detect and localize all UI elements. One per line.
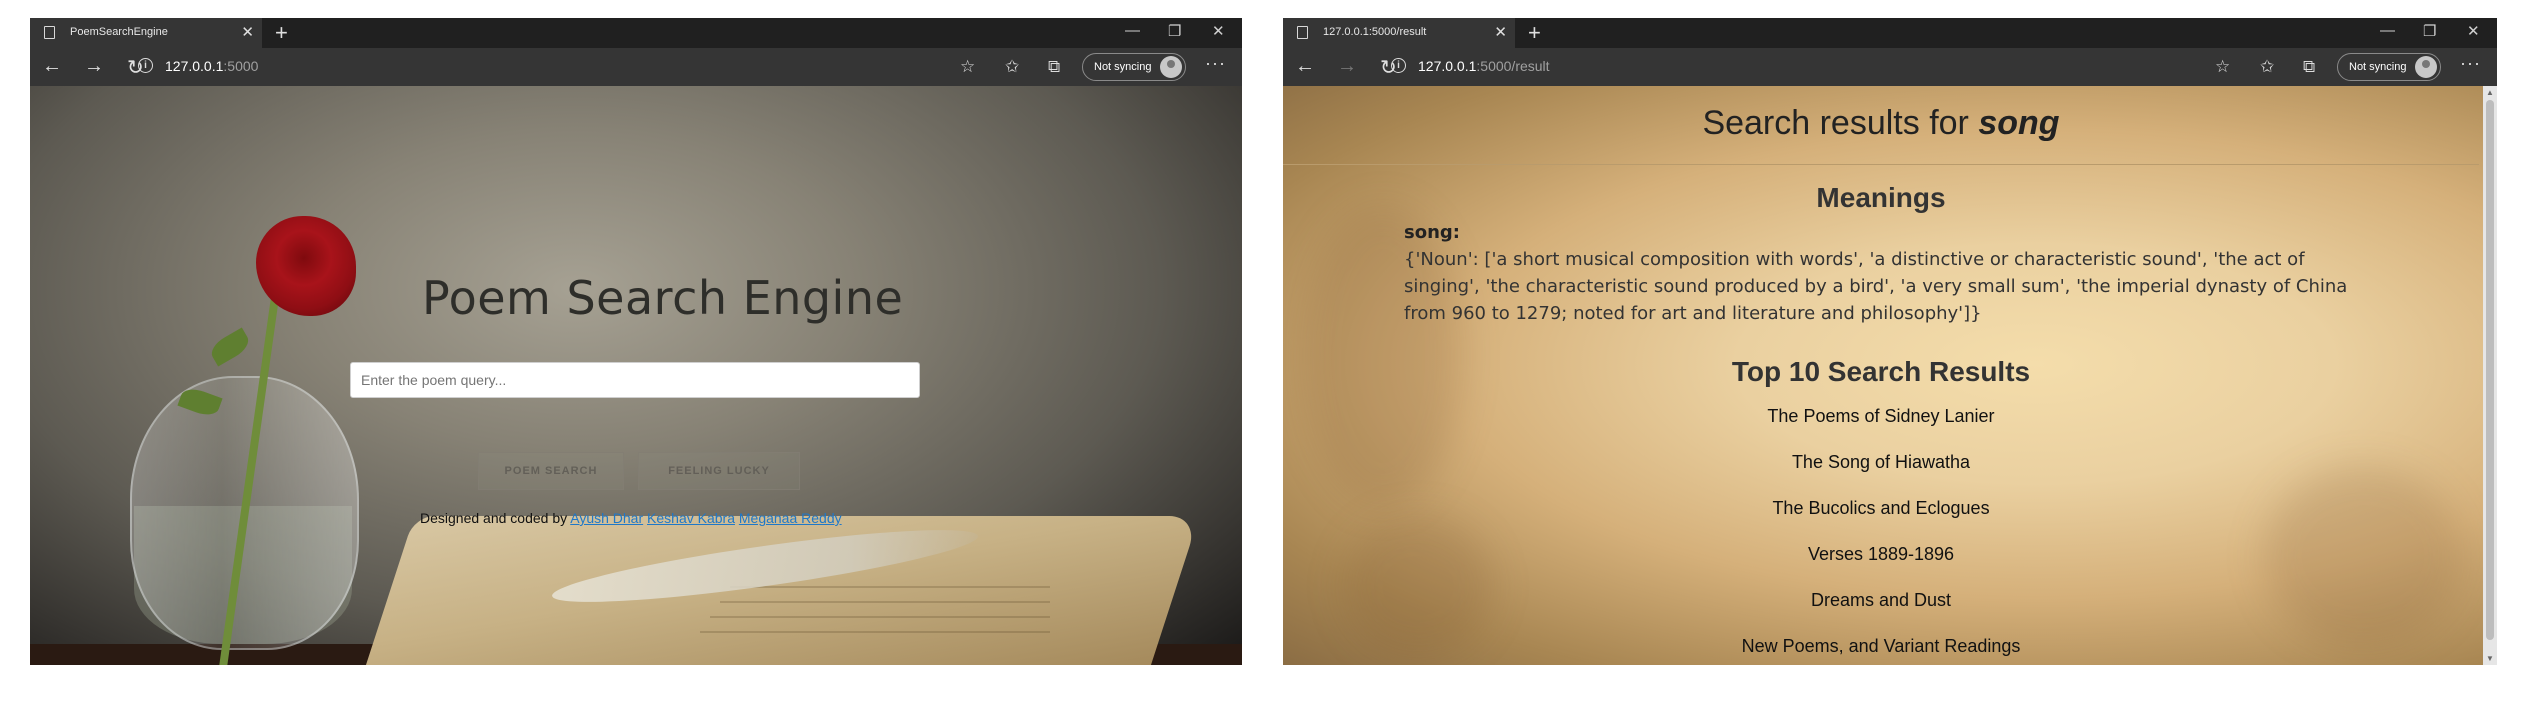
author-link-3[interactable]: Meganaa Reddy: [739, 510, 842, 526]
browser-window-home: PoemSearchEngine ✕ + — ❐ ✕ ← → ↻ i 127.0…: [30, 18, 1242, 665]
tab-result[interactable]: 127.0.0.1:5000/result ✕: [1283, 18, 1515, 48]
not-syncing-button[interactable]: Not syncing: [2337, 53, 2442, 81]
url-text: 127.0.0.1:5000/result: [1418, 58, 1550, 74]
avatar: [1160, 56, 1183, 78]
info-icon[interactable]: i: [1391, 58, 1406, 73]
more-icon[interactable]: ···: [2460, 53, 2481, 74]
page-title: Poem Search Engine: [422, 271, 904, 325]
tab-title: 127.0.0.1:5000/result: [1323, 26, 1427, 38]
favorites-icon[interactable]: ✩: [1005, 57, 1019, 77]
plus-icon[interactable]: +: [1528, 20, 1541, 46]
page-home: Poem Search Engine POEM SEARCH FEELING L…: [30, 86, 1242, 665]
forward-arrow-icon[interactable]: →: [1337, 55, 1357, 78]
url-text: 127.0.0.1:5000: [165, 58, 259, 74]
star-icon[interactable]: ☆: [2215, 57, 2230, 77]
url-field[interactable]: i 127.0.0.1:5000/result: [1383, 53, 2213, 81]
poem-search-button[interactable]: POEM SEARCH: [478, 452, 624, 490]
definition-text: {'Noun': ['a short musical composition w…: [1404, 249, 2348, 324]
result-item[interactable]: New Poems, and Variant Readings: [1283, 636, 2479, 657]
minimize-icon[interactable]: —: [1125, 22, 1140, 39]
more-icon[interactable]: ···: [1205, 53, 1226, 74]
search-input[interactable]: [350, 362, 920, 398]
tab-title: PoemSearchEngine: [70, 26, 168, 38]
result-item[interactable]: The Poems of Sidney Lanier: [1283, 406, 2479, 427]
credits-prefix: Designed and coded by: [420, 510, 568, 526]
results-query: song: [1978, 104, 2060, 142]
rose-leaf: [207, 327, 253, 367]
author-link-2[interactable]: Keshav Kabra: [647, 510, 735, 526]
browser-window-results: 127.0.0.1:5000/result ✕ + — ❐ ✕ ← → ↻ i …: [1283, 18, 2497, 665]
title-bar: PoemSearchEngine ✕ + — ❐ ✕: [30, 18, 1242, 48]
back-arrow-icon[interactable]: ←: [42, 55, 62, 78]
result-item[interactable]: Dreams and Dust: [1283, 590, 2479, 611]
scroll-down-icon[interactable]: ▼: [2486, 654, 2494, 663]
plus-icon[interactable]: +: [275, 20, 288, 46]
result-item[interactable]: The Bucolics and Eclogues: [1283, 498, 2479, 519]
word-label: song:: [1404, 222, 1460, 243]
info-icon[interactable]: i: [138, 58, 153, 73]
close-window-icon[interactable]: ✕: [2467, 22, 2480, 40]
vertical-scrollbar[interactable]: ▲ ▼: [2483, 86, 2497, 665]
collections-icon[interactable]: ⧉: [2303, 57, 2315, 77]
sync-label: Not syncing: [1094, 61, 1152, 73]
restore-icon[interactable]: ❐: [1168, 22, 1181, 40]
author-link-1[interactable]: Ayush Dhar: [570, 510, 643, 526]
title-bar: 127.0.0.1:5000/result ✕ + — ❐ ✕: [1283, 18, 2497, 48]
result-item[interactable]: Verses 1889-1896: [1283, 544, 2479, 565]
page-icon: [1297, 26, 1308, 39]
scroll-up-icon[interactable]: ▲: [2486, 88, 2494, 97]
feeling-lucky-button[interactable]: FEELING LUCKY: [638, 452, 800, 490]
results-header: Search results for song: [1283, 86, 2479, 165]
top-results-heading: Top 10 Search Results: [1731, 356, 2031, 387]
favorites-icon[interactable]: ✩: [2260, 57, 2274, 77]
avatar: [2415, 56, 2438, 78]
close-icon[interactable]: ✕: [241, 23, 254, 41]
book-image: [365, 516, 1200, 665]
back-arrow-icon[interactable]: ←: [1295, 55, 1315, 78]
credits: Designed and coded by Ayush Dhar Keshav …: [420, 510, 842, 526]
address-bar: ← → ↻ i 127.0.0.1:5000 ☆ ✩ ⧉ Not syncing…: [30, 48, 1242, 86]
collections-icon[interactable]: ⧉: [1048, 57, 1060, 77]
not-syncing-button[interactable]: Not syncing: [1082, 53, 1187, 81]
minimize-icon[interactable]: —: [2380, 22, 2395, 39]
page-icon: [44, 26, 55, 39]
meanings-heading: Meanings: [1816, 182, 1946, 213]
url-field[interactable]: i 127.0.0.1:5000: [130, 53, 960, 81]
sync-label: Not syncing: [2349, 61, 2407, 73]
close-icon[interactable]: ✕: [1494, 23, 1507, 41]
close-window-icon[interactable]: ✕: [1212, 22, 1225, 40]
tab-poemsearchengine[interactable]: PoemSearchEngine ✕: [30, 18, 262, 48]
page-results: Search results for song Meanings song: {…: [1283, 86, 2497, 665]
scroll-thumb[interactable]: [2486, 100, 2494, 640]
forward-arrow-icon[interactable]: →: [84, 55, 104, 78]
results-title-prefix: Search results for: [1702, 104, 1969, 142]
result-item[interactable]: The Song of Hiawatha: [1283, 452, 2479, 473]
star-icon[interactable]: ☆: [960, 57, 975, 77]
restore-icon[interactable]: ❐: [2423, 22, 2436, 40]
address-bar: ← → ↻ i 127.0.0.1:5000/result ☆ ✩ ⧉ Not …: [1283, 48, 2497, 86]
results-title: Search results for song: [1283, 104, 2479, 143]
